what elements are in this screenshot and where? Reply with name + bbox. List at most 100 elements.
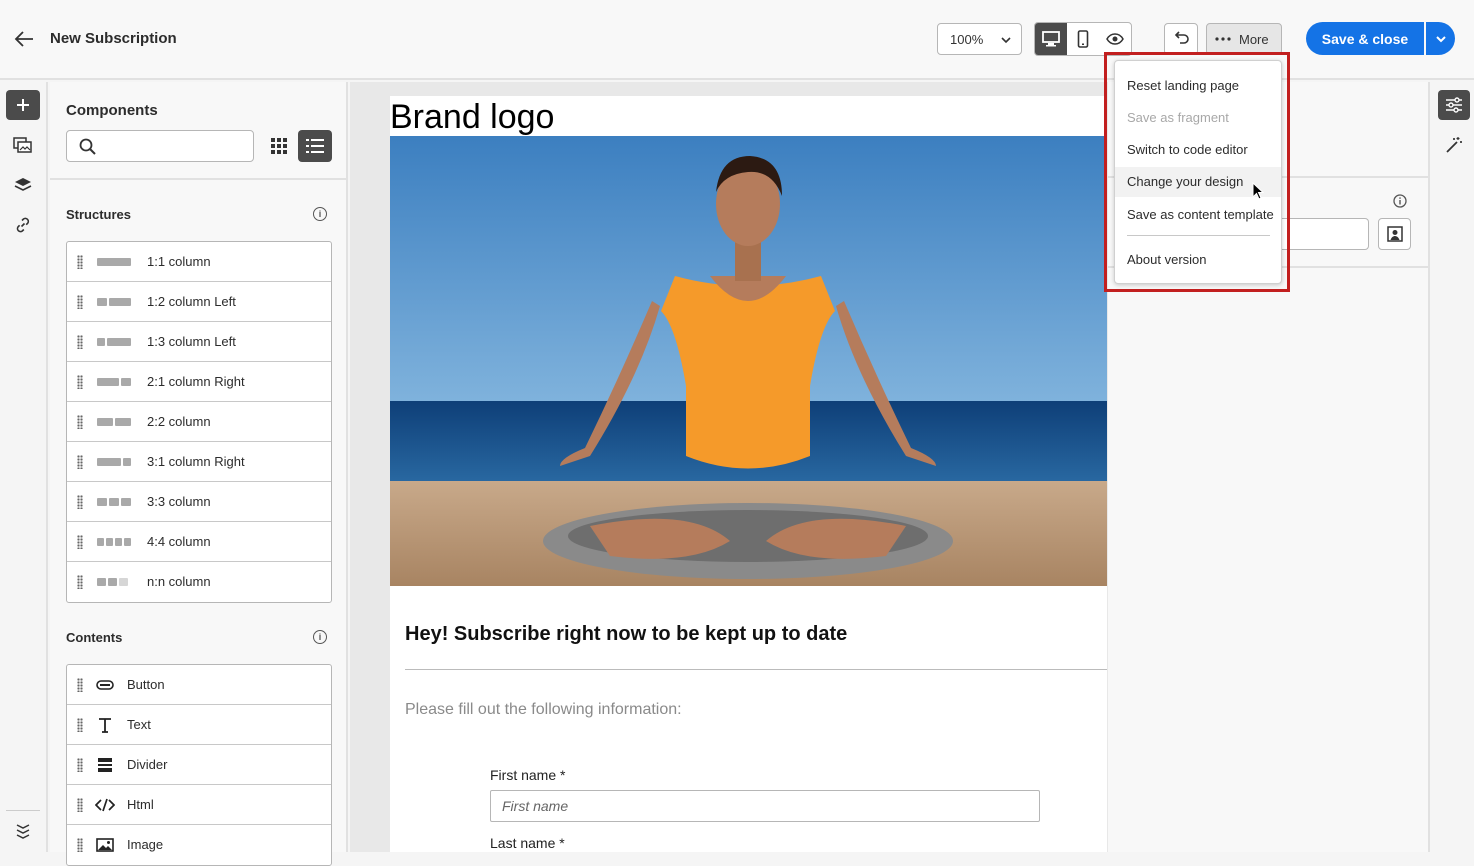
- grid-icon: [271, 138, 287, 154]
- properties-button[interactable]: [1438, 90, 1470, 120]
- panel-divider: [50, 178, 348, 180]
- search-icon: [79, 138, 96, 155]
- plus-icon: [17, 99, 29, 111]
- structure-item[interactable]: 4:4 column: [67, 522, 331, 562]
- contents-title: Contents: [66, 630, 123, 645]
- back-arrow-icon[interactable]: [12, 28, 36, 50]
- structure-item[interactable]: 2:2 column: [67, 402, 331, 442]
- grid-view-button[interactable]: [264, 130, 294, 162]
- assets-icon: [13, 137, 32, 153]
- divider: [405, 669, 1107, 670]
- drag-handle-icon[interactable]: [77, 415, 83, 429]
- drag-handle-icon[interactable]: [77, 838, 83, 852]
- two-two-column-icon: [97, 418, 131, 426]
- structure-item[interactable]: n:n column: [67, 562, 331, 602]
- image-icon: [95, 837, 115, 853]
- structures-list: 1:1 column 1:2 column Left 1:3 column Le…: [66, 241, 332, 603]
- hero-image[interactable]: [390, 136, 1107, 586]
- ellipsis-icon: [1215, 37, 1231, 41]
- button-icon: [95, 677, 115, 693]
- landing-page-preview: Brand logo Hey! Subscribe right now to b…: [390, 96, 1107, 852]
- desktop-icon: [1042, 31, 1060, 47]
- divider-icon: [95, 757, 115, 773]
- menu-item-save-as-fragment: Save as fragment: [1127, 110, 1229, 125]
- info-icon[interactable]: i: [313, 630, 327, 644]
- three-three-column-icon: [97, 498, 131, 506]
- drag-handle-icon[interactable]: [77, 575, 83, 589]
- mobile-icon: [1077, 30, 1089, 48]
- components-title: Components: [66, 102, 158, 119]
- mouse-cursor-icon: [1252, 181, 1265, 205]
- editor-canvas: Brand logo Hey! Subscribe right now to b…: [350, 82, 1108, 852]
- drag-handle-icon[interactable]: [77, 678, 83, 692]
- drag-handle-icon[interactable]: [77, 255, 83, 269]
- list-icon: [306, 139, 324, 153]
- component-search-input[interactable]: [66, 130, 254, 162]
- last-name-label: Last name *: [490, 835, 565, 851]
- drag-handle-icon[interactable]: [77, 455, 83, 469]
- page-headline[interactable]: Hey! Subscribe right now to be kept up t…: [405, 623, 847, 646]
- device-toggle-group: [1034, 22, 1132, 56]
- info-icon[interactable]: i: [313, 207, 327, 221]
- four-four-column-icon: [97, 538, 131, 546]
- drag-handle-icon[interactable]: [77, 718, 83, 732]
- brand-logo[interactable]: Brand logo: [390, 98, 554, 137]
- list-view-button[interactable]: [298, 130, 332, 162]
- content-item-button[interactable]: Button: [67, 665, 331, 705]
- drag-handle-icon[interactable]: [77, 535, 83, 549]
- content-item-html[interactable]: Html: [67, 785, 331, 825]
- drag-handle-icon[interactable]: [77, 758, 83, 772]
- structures-title: Structures: [66, 207, 132, 222]
- zoom-value: 100%: [950, 32, 984, 47]
- structure-item[interactable]: 1:1 column: [67, 242, 331, 282]
- one-one-column-icon: [97, 258, 131, 266]
- stack-icon: [16, 824, 30, 839]
- drag-handle-icon[interactable]: [77, 798, 83, 812]
- menu-item-switch-to-code-editor[interactable]: Switch to code editor: [1115, 135, 1281, 165]
- drag-handle-icon[interactable]: [77, 375, 83, 389]
- property-input[interactable]: [1278, 218, 1369, 250]
- chevron-down-icon: [1435, 35, 1446, 42]
- first-name-label: First name *: [490, 767, 566, 783]
- menu-item-about-version[interactable]: About version: [1115, 245, 1281, 275]
- page-title: New Subscription: [50, 30, 177, 47]
- save-options-button[interactable]: [1426, 22, 1455, 55]
- drag-handle-icon[interactable]: [77, 335, 83, 349]
- code-icon: [95, 797, 115, 813]
- structure-item[interactable]: 1:3 column Left: [67, 322, 331, 362]
- magic-wand-button[interactable]: [1438, 130, 1470, 160]
- personalization-button[interactable]: [1378, 218, 1411, 250]
- info-icon[interactable]: [1393, 194, 1407, 213]
- form-intro-text[interactable]: Please fill out the following informatio…: [405, 701, 682, 719]
- chevron-down-icon: [1000, 33, 1012, 48]
- content-item-text[interactable]: Text: [67, 705, 331, 745]
- layers-settings-button[interactable]: [6, 816, 40, 846]
- drag-handle-icon[interactable]: [77, 495, 83, 509]
- rail-divider: [6, 810, 40, 811]
- three-one-column-right-icon: [97, 458, 131, 466]
- structure-item[interactable]: 3:3 column: [67, 482, 331, 522]
- structure-item[interactable]: 2:1 column Right: [67, 362, 331, 402]
- structure-item[interactable]: 3:1 column Right: [67, 442, 331, 482]
- undo-button[interactable]: [1164, 23, 1198, 55]
- layers-button[interactable]: [6, 170, 40, 200]
- first-name-input[interactable]: First name: [490, 790, 1040, 822]
- assets-button[interactable]: [6, 130, 40, 160]
- links-button[interactable]: [6, 210, 40, 240]
- mobile-view-button[interactable]: [1067, 23, 1099, 55]
- desktop-view-button[interactable]: [1035, 23, 1067, 55]
- left-rail: [0, 82, 48, 852]
- required-marker: *: [559, 835, 565, 851]
- more-button[interactable]: More: [1206, 23, 1282, 55]
- drag-handle-icon[interactable]: [77, 295, 83, 309]
- structure-item[interactable]: 1:2 column Left: [67, 282, 331, 322]
- layers-icon: [14, 178, 32, 191]
- menu-item-reset-landing-page[interactable]: Reset landing page: [1115, 71, 1281, 101]
- save-and-close-button[interactable]: Save & close: [1306, 22, 1424, 55]
- preview-button[interactable]: [1099, 23, 1131, 55]
- add-components-button[interactable]: [6, 90, 40, 120]
- content-item-divider[interactable]: Divider: [67, 745, 331, 785]
- sliders-icon: [1446, 97, 1462, 113]
- content-item-image[interactable]: Image: [67, 825, 331, 865]
- zoom-select[interactable]: 100%: [937, 23, 1022, 55]
